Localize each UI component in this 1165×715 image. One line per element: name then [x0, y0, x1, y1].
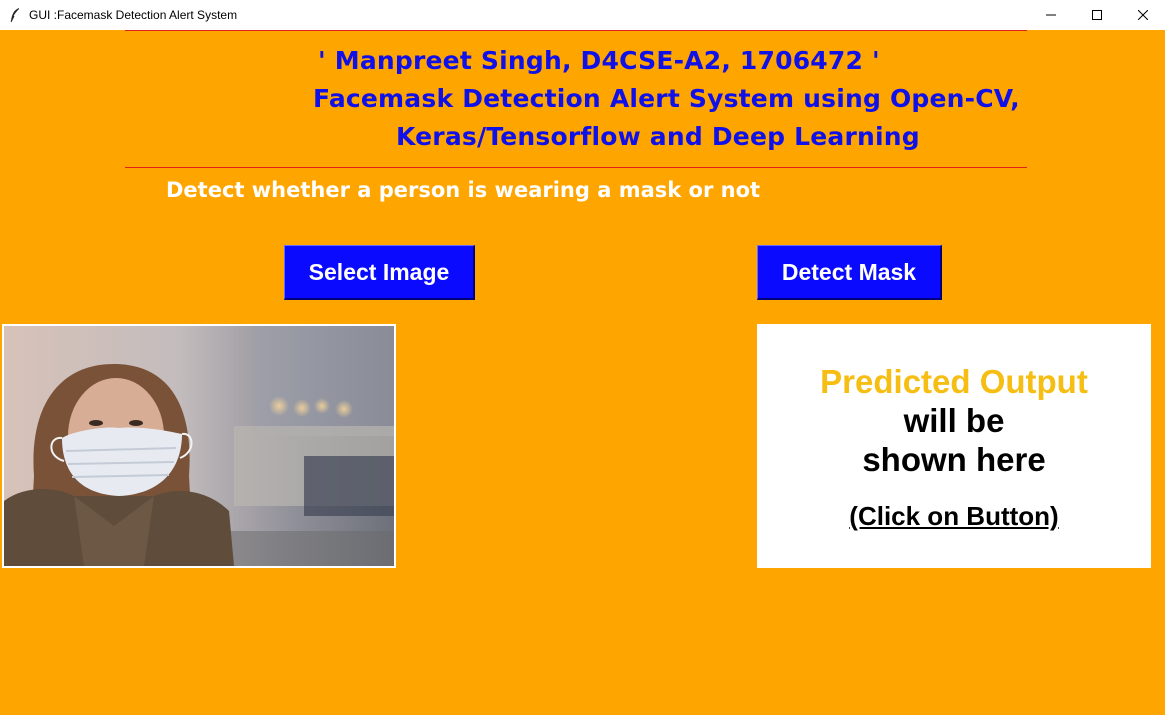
project-title-line1: Facemask Detection Alert System using Op…: [313, 84, 1020, 113]
close-icon: [1138, 10, 1148, 20]
bottom-divider: [125, 167, 1027, 168]
detect-mask-button[interactable]: Detect Mask: [757, 245, 942, 300]
main-panel: ' Manpreet Singh, D4CSE-A2, 1706472 ' Fa…: [0, 30, 1165, 715]
output-placeholder-line2: will be: [903, 402, 1005, 439]
select-image-button[interactable]: Select Image: [284, 245, 475, 300]
minimize-icon: [1046, 14, 1056, 16]
minimize-button[interactable]: [1028, 0, 1074, 30]
masked-person-image: [4, 326, 394, 566]
top-divider: [125, 30, 1027, 31]
prediction-output-panel: Predicted Output will be shown here (Cli…: [757, 324, 1151, 568]
title-bar[interactable]: GUI :Facemask Detection Alert System: [0, 0, 1165, 30]
maximize-button[interactable]: [1074, 0, 1120, 30]
click-on-button-hint: (Click on Button): [849, 501, 1059, 531]
maximize-icon: [1092, 10, 1102, 20]
author-heading: ' Manpreet Singh, D4CSE-A2, 1706472 ': [318, 46, 880, 75]
description-label: Detect whether a person is wearing a mas…: [166, 178, 761, 202]
predicted-output-label: Predicted Output: [820, 363, 1088, 400]
output-placeholder-line3: shown here: [862, 441, 1046, 478]
project-title-line2: Keras/Tensorflow and Deep Learning: [396, 122, 920, 151]
window-title: GUI :Facemask Detection Alert System: [29, 8, 238, 22]
feather-icon: [10, 8, 19, 23]
app-window: GUI :Facemask Detection Alert System ' M…: [0, 0, 1165, 715]
close-button[interactable]: [1120, 0, 1165, 30]
selected-image-preview: [2, 324, 396, 568]
